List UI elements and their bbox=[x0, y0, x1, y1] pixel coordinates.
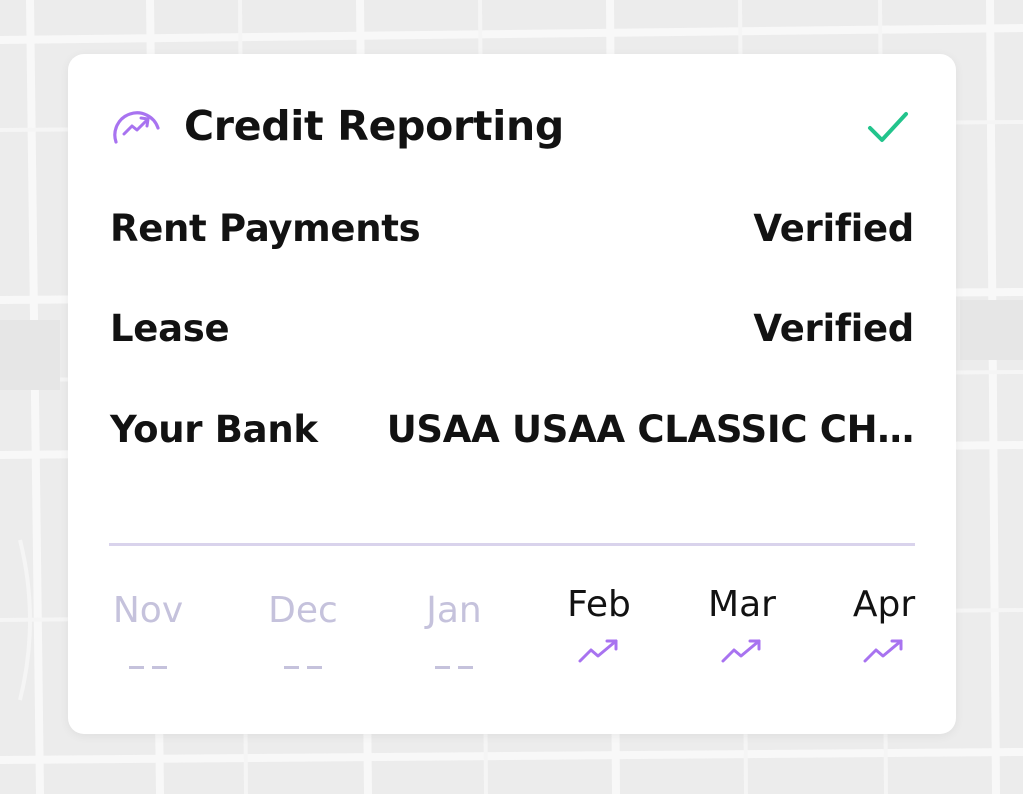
month-mar: Mar bbox=[682, 580, 802, 676]
no-data-dash bbox=[435, 666, 473, 669]
credit-trend-gauge-icon bbox=[113, 111, 160, 144]
lease-label: Lease bbox=[110, 307, 230, 350]
bank-account-name: USAA USAA CLASSIC CH… bbox=[386, 408, 915, 451]
checkmark-icon bbox=[868, 112, 908, 142]
card-header: Credit Reporting bbox=[108, 98, 916, 154]
month-feb: Feb bbox=[539, 580, 659, 676]
month-status bbox=[824, 636, 944, 676]
bank-label: Your Bank bbox=[110, 408, 318, 451]
month-dec: Dec bbox=[243, 586, 363, 682]
month-status bbox=[88, 642, 208, 682]
card-title: Credit Reporting bbox=[184, 102, 564, 150]
bank-row: Your Bank USAA USAA CLASSIC CH… bbox=[110, 403, 914, 457]
credit-reporting-card: Credit Reporting Rent Payments Verified … bbox=[68, 54, 956, 734]
month-label: Jan bbox=[426, 590, 482, 631]
month-nov: Nov bbox=[88, 586, 208, 682]
no-data-dash bbox=[284, 666, 322, 669]
month-status bbox=[539, 636, 659, 676]
trending-up-icon bbox=[721, 639, 761, 663]
month-status bbox=[682, 636, 802, 676]
month-label: Apr bbox=[852, 584, 916, 625]
month-jan: Jan bbox=[394, 586, 514, 682]
month-history: Nov Dec Jan Feb Mar Apr bbox=[98, 584, 926, 696]
month-status bbox=[243, 642, 363, 682]
divider bbox=[109, 543, 915, 546]
month-apr: Apr bbox=[824, 580, 944, 676]
rent-payments-label: Rent Payments bbox=[110, 207, 421, 250]
month-label: Nov bbox=[112, 590, 184, 631]
lease-status: Verified bbox=[753, 307, 914, 350]
trending-up-icon bbox=[863, 639, 903, 663]
month-status bbox=[394, 642, 514, 682]
month-label: Mar bbox=[708, 584, 776, 625]
rent-payments-row: Rent Payments Verified bbox=[110, 202, 914, 256]
trending-up-icon bbox=[578, 639, 618, 663]
lease-row: Lease Verified bbox=[110, 302, 914, 356]
rent-payments-status: Verified bbox=[753, 207, 914, 250]
no-data-dash bbox=[129, 666, 167, 669]
month-label: Feb bbox=[567, 584, 631, 625]
month-label: Dec bbox=[268, 590, 338, 631]
